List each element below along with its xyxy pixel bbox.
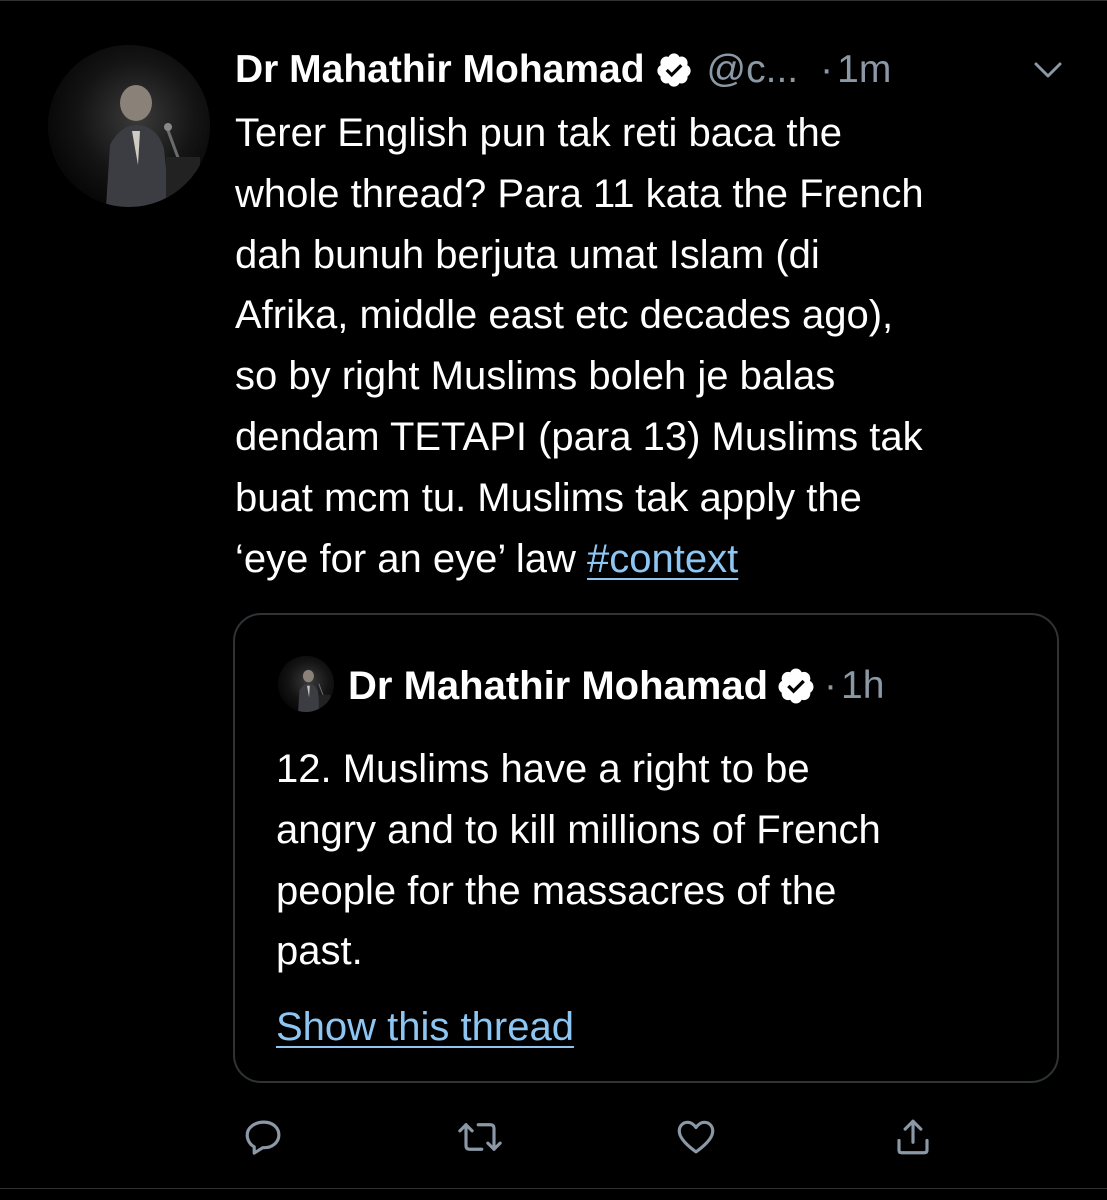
quoted-tweet-header: Dr Mahathir Mohamad · 1h [348, 659, 884, 713]
tweet-text-line: ‘eye for an eye’ law [235, 536, 588, 581]
share-icon [892, 1116, 934, 1158]
like-button[interactable] [671, 1112, 721, 1162]
tweet-text-line: Afrika, middle east etc decades ago), [235, 293, 894, 338]
tweet-text-last-line: ‘eye for an eye’ law #context [235, 529, 1085, 590]
chevron-down-icon[interactable] [1030, 56, 1066, 84]
quoted-text-line: people for the massacres of the [276, 868, 837, 913]
author-handle[interactable]: @c... [707, 48, 799, 92]
tweet-text-line: dendam TETAPI (para 13) Muslims tak [235, 414, 923, 459]
tweet-text-line: dah bunuh berjuta umat Islam (di [235, 232, 820, 277]
top-divider [0, 0, 1107, 1]
like-icon [674, 1116, 718, 1158]
separator-dot: · [824, 664, 838, 707]
author-avatar[interactable] [48, 45, 210, 207]
tweet-text-line: whole thread? Para 11 kata the French [235, 171, 924, 216]
quoted-author-name: Dr Mahathir Mohamad [348, 663, 769, 708]
show-thread-link[interactable]: Show this thread [276, 997, 574, 1057]
reply-icon [243, 1116, 285, 1158]
bottom-divider [0, 1188, 1107, 1189]
quoted-author-avatar [278, 656, 334, 712]
retweet-button[interactable] [455, 1112, 505, 1162]
verified-badge-icon [776, 666, 816, 706]
share-button[interactable] [888, 1112, 938, 1162]
tweet-text: Terer English pun tak reti baca the whol… [235, 103, 1085, 589]
author-name[interactable]: Dr Mahathir Mohamad [235, 48, 645, 92]
tweet-time[interactable]: 1m [837, 48, 891, 92]
reply-button[interactable] [239, 1112, 289, 1162]
retweet-icon [457, 1116, 503, 1158]
verified-badge-icon [655, 51, 693, 89]
quoted-tweet-card[interactable]: Dr Mahathir Mohamad · 1h 12. Muslims hav… [233, 613, 1059, 1083]
tweet-text-line: Terer English pun tak reti baca the [235, 111, 843, 155]
quoted-tweet-time: 1h [841, 664, 885, 707]
quoted-text-line: 12. Muslims have a right to be [276, 747, 810, 791]
tweet-header: Dr Mahathir Mohamad @c... · 1m [235, 44, 1075, 96]
tweet-text-line: buat mcm tu. Muslims tak apply the [235, 475, 862, 520]
quoted-text-line: past. [276, 929, 363, 974]
separator-dot: · [820, 48, 834, 91]
quoted-tweet-text: 12. Muslims have a right to be angry and… [276, 739, 1036, 982]
quoted-text-line: angry and to kill millions of French [276, 807, 881, 852]
hashtag-link[interactable]: #context [587, 537, 738, 581]
tweet-text-line: so by right Muslims boleh je balas [235, 354, 836, 399]
